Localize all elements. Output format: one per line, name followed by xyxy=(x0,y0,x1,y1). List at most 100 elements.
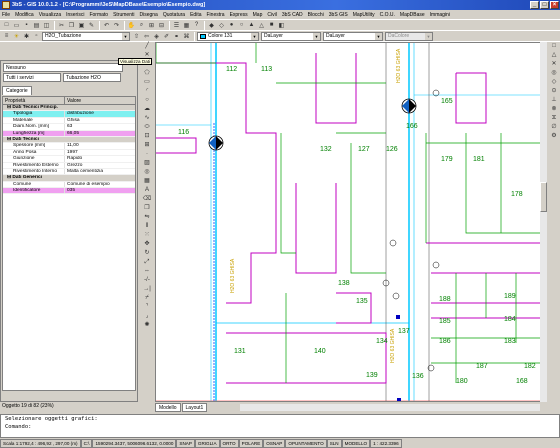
mirror-icon[interactable]: ⇋ xyxy=(142,213,152,222)
insert-block-icon[interactable]: ⊡ xyxy=(142,132,152,141)
osnap-end-icon[interactable]: □ xyxy=(549,42,559,51)
print-icon[interactable]: ▤ xyxy=(32,21,41,30)
gis-tool-6-icon[interactable]: △ xyxy=(257,21,266,30)
menu-formato[interactable]: Formato xyxy=(89,12,108,18)
menu-disegna[interactable]: Disegna xyxy=(139,12,157,18)
toggle-snap[interactable]: SNAP xyxy=(176,438,195,448)
menu-edita[interactable]: Edita xyxy=(190,12,201,18)
toggle-griglia[interactable]: GRIGLIA xyxy=(194,438,220,448)
circle-icon[interactable]: ○ xyxy=(142,96,152,105)
toggle-sln[interactable]: SLN xyxy=(326,438,342,448)
osnap-quad-icon[interactable]: ◇ xyxy=(549,78,559,87)
match-icon[interactable]: ✎ xyxy=(87,21,96,30)
command-prompt[interactable]: Comando: xyxy=(5,423,559,431)
property-value[interactable]: Comune di esempio xyxy=(65,182,135,187)
tab-layout1[interactable]: Layout1 xyxy=(181,403,208,412)
pan-icon[interactable]: ✋ xyxy=(127,21,136,30)
property-value[interactable]: 1997 xyxy=(65,150,135,155)
menu-modifica[interactable]: Modifica xyxy=(15,12,34,18)
gis-link-icon[interactable]: ⚭ xyxy=(172,32,181,41)
property-value[interactable]: 66,05 xyxy=(65,131,135,136)
menu-3bs-gis[interactable]: 3bS GIS xyxy=(329,12,348,18)
menu-blocchi[interactable]: Blocchi xyxy=(308,12,324,18)
fillet-icon[interactable]: ⌟ xyxy=(142,312,152,321)
region-icon[interactable]: ◎ xyxy=(142,168,152,177)
property-value[interactable]: 035 xyxy=(65,188,135,193)
menu-civil[interactable]: Civil xyxy=(267,12,276,18)
spline-icon[interactable]: ∿ xyxy=(142,114,152,123)
zoom-previous-icon[interactable]: ⊟ xyxy=(157,21,166,30)
toggle-osnap[interactable]: OSNAP xyxy=(263,438,286,448)
open-icon[interactable]: ▭ xyxy=(12,21,21,30)
gis-query-icon[interactable]: ⌘ xyxy=(182,32,191,41)
lineweight-combo[interactable]: DaLayer ▼ xyxy=(323,31,383,41)
osnap-near-icon[interactable]: ⧖ xyxy=(549,114,559,123)
menu-visualizza[interactable]: Visualizza xyxy=(39,12,61,18)
polygon-icon[interactable]: ⬠ xyxy=(142,69,152,78)
paste-icon[interactable]: ▣ xyxy=(77,21,86,30)
property-value[interactable]: 11,00 xyxy=(65,143,135,148)
osnap-center-icon[interactable]: ◎ xyxy=(549,69,559,78)
layer-manager-icon[interactable]: ≡ xyxy=(2,32,11,41)
line-icon[interactable]: ╱ xyxy=(142,42,152,51)
array-icon[interactable]: ⁙ xyxy=(142,231,152,240)
tab-model[interactable]: Modello xyxy=(155,403,181,412)
menu-3bs-cad[interactable]: 3bS CAD xyxy=(282,12,303,18)
property-value[interactable]: Ghisa xyxy=(65,118,135,123)
menu-file[interactable]: File xyxy=(2,12,10,18)
tab-categorie[interactable]: Categorie xyxy=(2,86,32,95)
osnap-none-icon[interactable]: ∅ xyxy=(549,123,559,132)
zoom-window-icon[interactable]: ⊞ xyxy=(147,21,156,30)
horizontal-scrollbar[interactable] xyxy=(240,404,540,411)
maximize-button[interactable]: □ xyxy=(540,1,549,9)
explode-icon[interactable]: ✺ xyxy=(142,321,152,330)
property-value[interactable]: distribuzione xyxy=(65,111,135,116)
make-block-icon[interactable]: ⊞ xyxy=(142,141,152,150)
command-line[interactable]: Selezionare oggetti grafici: Comando: xyxy=(0,414,560,438)
property-value[interactable]: Grezzo xyxy=(65,163,135,168)
make-current-icon[interactable]: ⇧ xyxy=(132,32,141,41)
table-icon[interactable]: ▦ xyxy=(142,177,152,186)
filter-combo[interactable]: Nessuno xyxy=(3,63,123,72)
gis-tool-5-icon[interactable]: ▲ xyxy=(247,21,256,30)
zoom-icon[interactable]: ⌕ xyxy=(137,21,146,30)
stretch-icon[interactable]: ⇔ xyxy=(142,267,152,276)
menu-inserisci[interactable]: Inserisci xyxy=(66,12,84,18)
cloud-icon[interactable]: ☁ xyxy=(142,105,152,114)
trim-icon[interactable]: -/- xyxy=(142,276,152,285)
valve-symbol[interactable] xyxy=(208,135,224,151)
arc-icon[interactable]: ◜ xyxy=(142,87,152,96)
mtext-icon[interactable]: A xyxy=(142,186,152,195)
gis-tool-1-icon[interactable]: ◆ xyxy=(207,21,216,30)
properties-icon[interactable]: ☰ xyxy=(172,21,181,30)
menu-mapdbase[interactable]: MapDBase xyxy=(400,12,425,18)
help-icon[interactable]: ? xyxy=(192,21,201,30)
save-icon[interactable]: ▪ xyxy=(22,21,31,30)
drawing-canvas[interactable]: 112 113 165 166 116 132 127 126 179 181 138 135 178 1… xyxy=(155,42,546,402)
property-value[interactable]: Rapido xyxy=(65,156,135,161)
service-combo[interactable]: Tutti i servizi xyxy=(3,73,61,82)
osnap-perp-icon[interactable]: ⊥ xyxy=(549,96,559,105)
plotstyle-combo[interactable]: DaColore ▼ xyxy=(385,31,433,41)
scroll-thumb[interactable] xyxy=(540,182,547,212)
preview-icon[interactable]: ◫ xyxy=(42,21,51,30)
col-value-header[interactable]: Valore xyxy=(65,97,81,104)
scale-icon[interactable]: ⤢ xyxy=(142,258,152,267)
menu-immagini[interactable]: Immagini xyxy=(430,12,450,18)
gis-tool-3-icon[interactable]: ● xyxy=(227,21,236,30)
move-icon[interactable]: ✥ xyxy=(142,240,152,249)
chamfer-icon[interactable]: ⌝ xyxy=(142,303,152,312)
point-icon[interactable]: · xyxy=(142,150,152,159)
toggle-modello[interactable]: MODELLO xyxy=(341,438,371,448)
redo-icon[interactable]: ↷ xyxy=(112,21,121,30)
menu-quotatura[interactable]: Quotatura xyxy=(163,12,185,18)
property-value[interactable]: Malta cementizia xyxy=(65,169,135,174)
new-icon[interactable]: □ xyxy=(2,21,11,30)
rectangle-icon[interactable]: ▭ xyxy=(142,78,152,87)
gis-tool-7-icon[interactable]: ■ xyxy=(267,21,276,30)
ellipse-icon[interactable]: ⬭ xyxy=(142,123,152,132)
layer-previous-icon[interactable]: ⇦ xyxy=(142,32,151,41)
osnap-int-icon[interactable]: ✕ xyxy=(549,60,559,69)
toggle-orto[interactable]: ORTO xyxy=(219,438,239,448)
design-center-icon[interactable]: ▦ xyxy=(182,21,191,30)
